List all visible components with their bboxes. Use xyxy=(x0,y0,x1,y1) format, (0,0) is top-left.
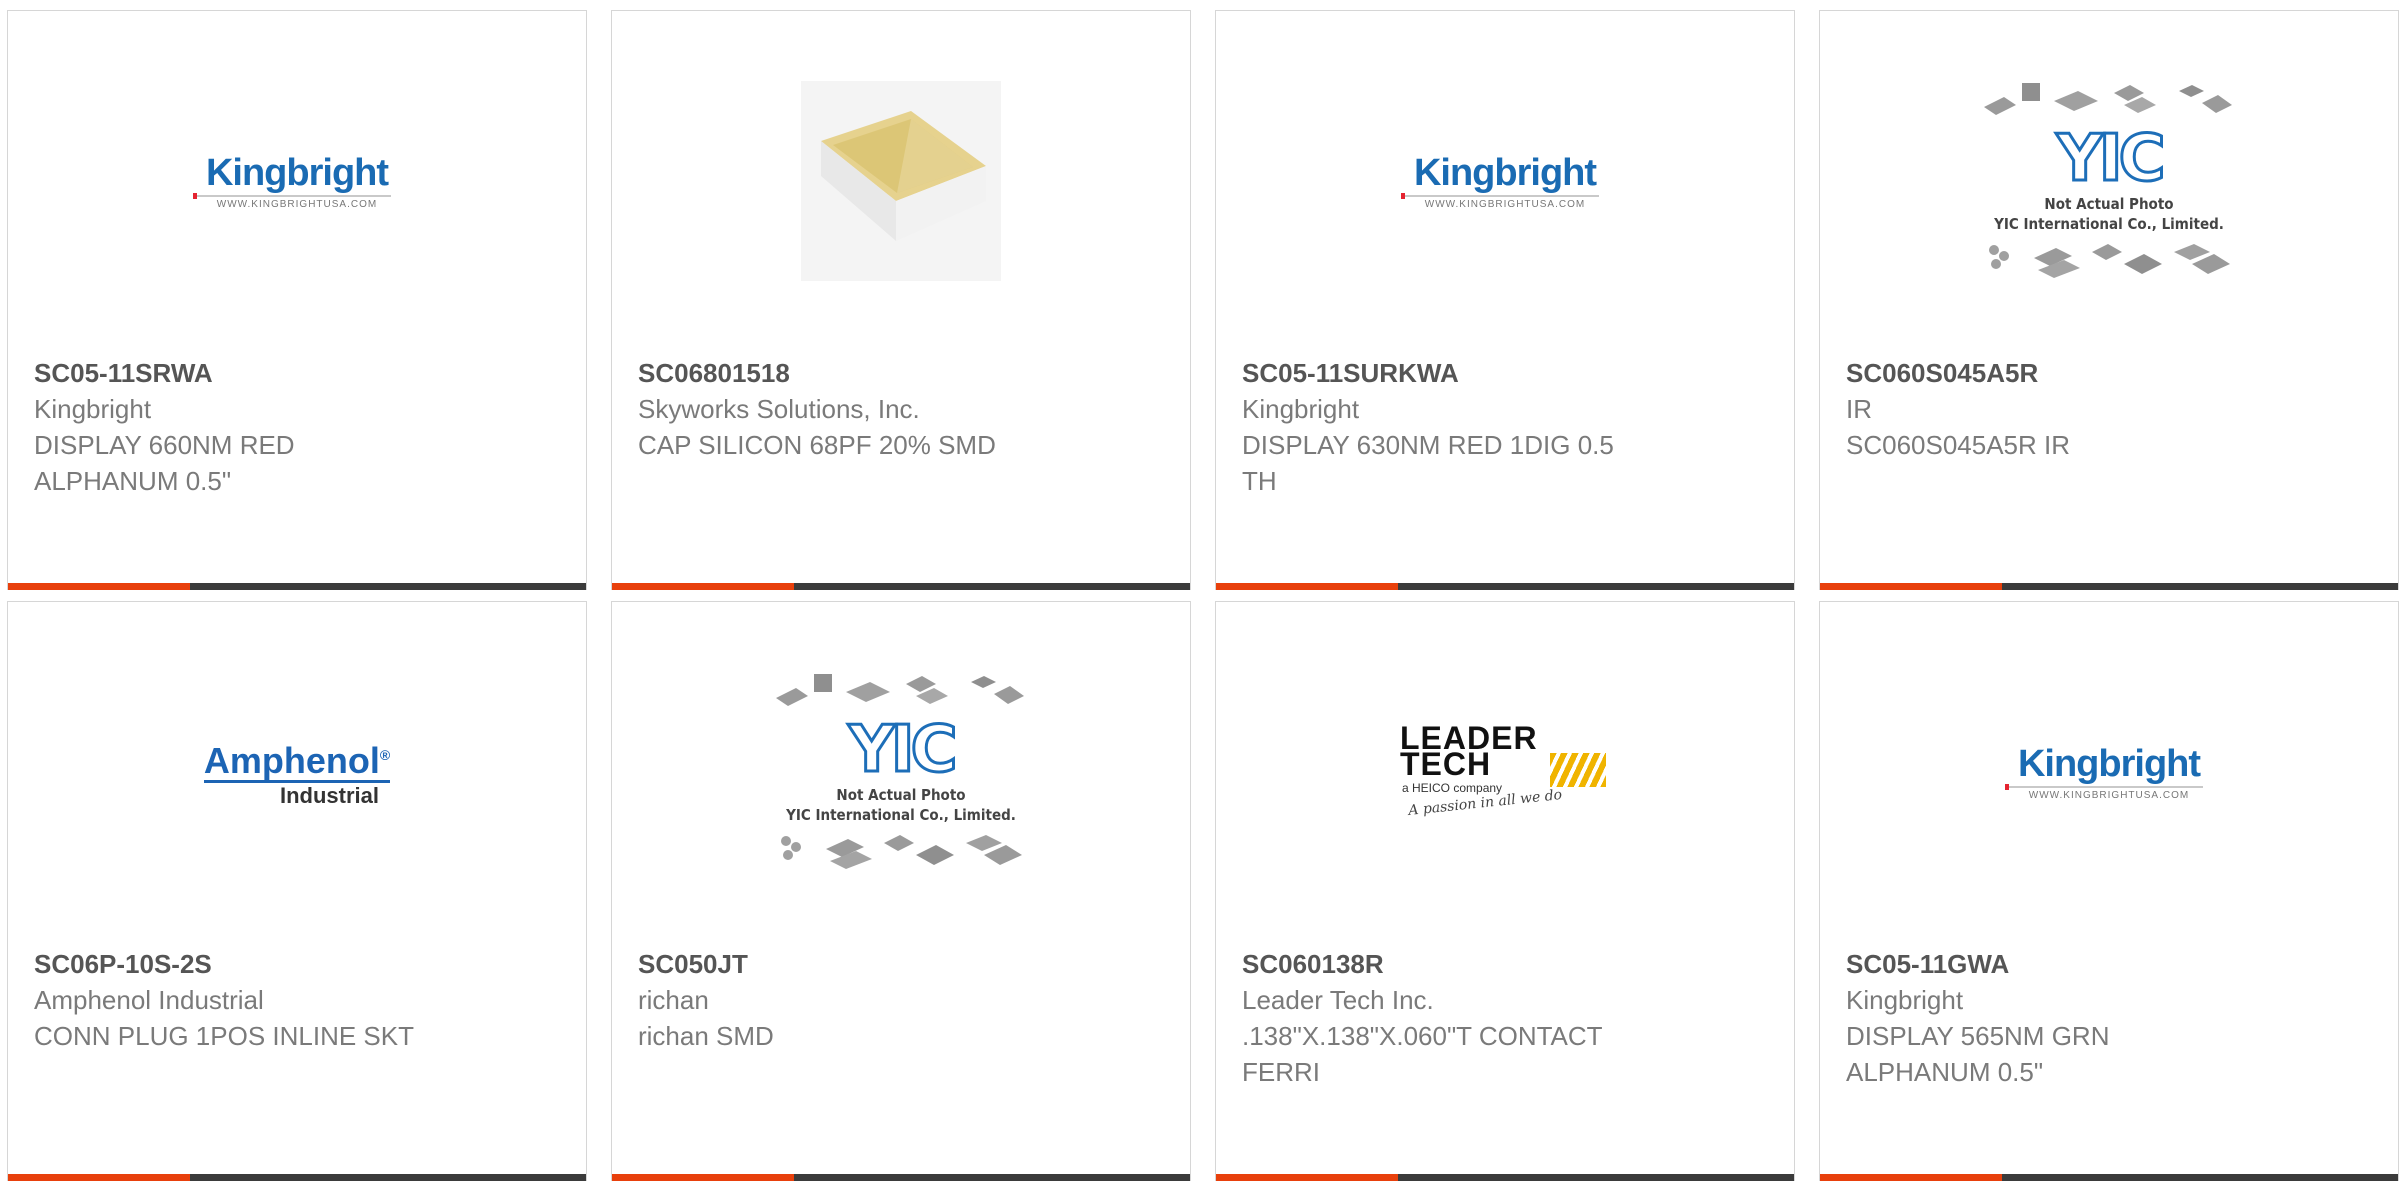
part-number[interactable]: SC06P-10S-2S xyxy=(34,946,434,982)
card-accent-bar xyxy=(612,1174,1190,1181)
manufacturer: Kingbright xyxy=(1846,985,1964,1015)
chip-packages-icon xyxy=(781,835,1022,869)
product-image[interactable]: Amphenol® Industrial xyxy=(8,602,586,942)
manufacturer: IR xyxy=(1846,394,1872,424)
part-number[interactable]: SC05-11SRWA xyxy=(34,355,434,391)
product-image[interactable]: YIC Not Actual Photo YIC International C… xyxy=(1820,11,2398,351)
product-info: SC050JT richan richan SMD xyxy=(638,946,1038,1054)
manufacturer: Kingbright xyxy=(1242,394,1360,424)
product-image[interactable]: Kingbright WWW.KINGBRIGHTUSA.COM xyxy=(8,11,586,351)
manufacturer: Amphenol Industrial xyxy=(34,985,264,1015)
part-number[interactable]: SC06801518 xyxy=(638,355,1038,391)
chip-packages-icon xyxy=(1989,244,2230,278)
product-image[interactable]: LEADER TECH a HEICO company A passion in … xyxy=(1216,602,1794,942)
description: DISPLAY 565NM GRN ALPHANUM 0.5" xyxy=(1846,1021,2110,1087)
product-image[interactable] xyxy=(612,11,1190,351)
kingbright-logo: Kingbright WWW.KINGBRIGHTUSA.COM xyxy=(1401,153,1605,210)
product-card[interactable]: YIC Not Actual Photo YIC International C… xyxy=(1819,10,2399,590)
product-card[interactable]: LEADER TECH a HEICO company A passion in … xyxy=(1215,601,1795,1181)
product-info: SC06P-10S-2S Amphenol Industrial CONN PL… xyxy=(34,946,434,1054)
yic-placeholder-image: YIC Not Actual Photo YIC International C… xyxy=(1974,79,2244,283)
description: DISPLAY 630NM RED 1DIG 0.5 TH xyxy=(1242,430,1614,496)
part-number[interactable]: SC05-11SURKWA xyxy=(1242,355,1642,391)
product-card[interactable]: Kingbright WWW.KINGBRIGHTUSA.COM SC05-11… xyxy=(1819,601,2399,1181)
manufacturer: richan xyxy=(638,985,709,1015)
part-number[interactable]: SC05-11GWA xyxy=(1846,946,2246,982)
chip-packages-icon xyxy=(776,674,1024,706)
product-grid: Kingbright WWW.KINGBRIGHTUSA.COM SC05-11… xyxy=(7,10,2399,1181)
description: CONN PLUG 1POS INLINE SKT xyxy=(34,1021,414,1051)
chip-packages-icon xyxy=(1984,83,2232,115)
product-info: SC05-11SRWA Kingbright DISPLAY 660NM RED… xyxy=(34,355,434,499)
product-info: SC05-11GWA Kingbright DISPLAY 565NM GRN … xyxy=(1846,946,2246,1090)
product-card[interactable]: Kingbright WWW.KINGBRIGHTUSA.COM SC05-11… xyxy=(1215,10,1795,590)
amphenol-logo: Amphenol® Industrial xyxy=(197,736,397,809)
description: DISPLAY 660NM RED ALPHANUM 0.5" xyxy=(34,430,295,496)
manufacturer: Kingbright xyxy=(34,394,152,424)
card-accent-bar xyxy=(1820,1174,2398,1181)
card-accent-bar xyxy=(1216,583,1794,590)
product-card[interactable]: Amphenol® Industrial SC06P-10S-2S Amphen… xyxy=(7,601,587,1181)
product-info: SC06801518 Skyworks Solutions, Inc. CAP … xyxy=(638,355,1038,463)
kingbright-logo: Kingbright WWW.KINGBRIGHTUSA.COM xyxy=(2005,744,2209,801)
capacitor-photo xyxy=(801,81,1001,281)
kingbright-logo: Kingbright WWW.KINGBRIGHTUSA.COM xyxy=(193,153,397,210)
card-accent-bar xyxy=(1216,1174,1794,1181)
part-number[interactable]: SC050JT xyxy=(638,946,1038,982)
description: CAP SILICON 68PF 20% SMD xyxy=(638,430,996,460)
card-accent-bar xyxy=(612,583,1190,590)
card-accent-bar xyxy=(8,1174,586,1181)
product-image[interactable]: Kingbright WWW.KINGBRIGHTUSA.COM xyxy=(1820,602,2398,942)
part-number[interactable]: SC060S045A5R xyxy=(1846,355,2246,391)
product-info: SC05-11SURKWA Kingbright DISPLAY 630NM R… xyxy=(1242,355,1642,499)
leader-tech-logo: LEADER TECH a HEICO company A passion in … xyxy=(1400,722,1610,820)
description: SC060S045A5R IR xyxy=(1846,430,2071,460)
product-card[interactable]: Kingbright WWW.KINGBRIGHTUSA.COM SC05-11… xyxy=(7,10,587,590)
manufacturer: Leader Tech Inc. xyxy=(1242,985,1434,1015)
product-image[interactable]: Kingbright WWW.KINGBRIGHTUSA.COM xyxy=(1216,11,1794,351)
part-number[interactable]: SC060138R xyxy=(1242,946,1642,982)
product-card[interactable]: SC06801518 Skyworks Solutions, Inc. CAP … xyxy=(611,10,1191,590)
product-image[interactable]: YIC Not Actual Photo YIC International C… xyxy=(612,602,1190,942)
product-info: SC060138R Leader Tech Inc. .138"X.138"X.… xyxy=(1242,946,1642,1090)
description: .138"X.138"X.060"T CONTACT FERRI xyxy=(1242,1021,1603,1087)
card-accent-bar xyxy=(8,583,586,590)
product-info: SC060S045A5R IR SC060S045A5R IR xyxy=(1846,355,2246,463)
description: richan SMD xyxy=(638,1021,774,1051)
card-accent-bar xyxy=(1820,583,2398,590)
manufacturer: Skyworks Solutions, Inc. xyxy=(638,394,920,424)
product-card[interactable]: YIC Not Actual Photo YIC International C… xyxy=(611,601,1191,1181)
yic-placeholder-image: YIC Not Actual Photo YIC International C… xyxy=(766,670,1036,874)
